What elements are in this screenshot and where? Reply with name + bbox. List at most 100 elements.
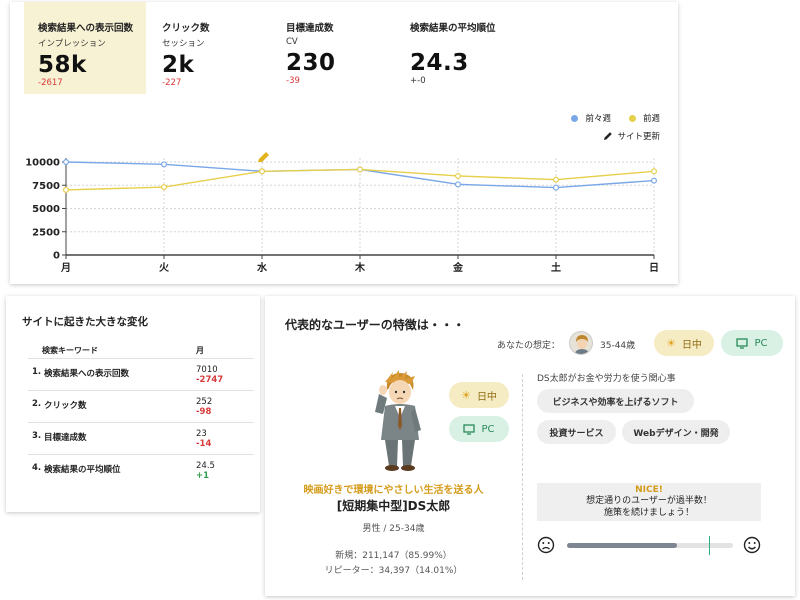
metric-impressions[interactable]: 検索結果への表示回数 インプレッション 58k -2617 — [24, 2, 146, 94]
persona-device-pill: PC — [449, 416, 509, 442]
device-label: PC — [754, 337, 768, 349]
metric-delta: -39 — [286, 76, 300, 86]
device-label: PC — [481, 423, 495, 435]
nice-message-box: NICE! 想定通りのユーザーが過半数！ 施策を続けましょう！ — [537, 483, 761, 521]
metric-value: 2k — [162, 52, 195, 78]
time-label: 日中 — [476, 391, 497, 403]
row-delta: -98 — [196, 407, 212, 417]
table-row[interactable]: 2. クリック数 252 -98 — [28, 390, 254, 422]
metric-delta: -227 — [162, 78, 182, 88]
row-keyword: 目標達成数 — [44, 433, 87, 443]
data-point — [650, 168, 657, 175]
row-keyword: 検索結果の平均順位 — [44, 465, 121, 475]
match-gauge — [567, 536, 733, 555]
table-row[interactable]: 4. 検索結果の平均順位 24.5 +1 — [28, 454, 254, 486]
persona-title: 代表的なユーザーの特徴は・・・ — [285, 318, 465, 332]
data-point — [259, 168, 266, 175]
data-point — [161, 161, 168, 168]
metric-title: 目標達成数 — [286, 23, 334, 34]
metric-value: 58k — [38, 52, 87, 78]
persona-card: 代表的なユーザーの特徴は・・・ あなたの想定： 35-44歳 ☀ 日中 PC ☀… — [265, 296, 795, 596]
assumption-label: あなたの想定： — [497, 341, 561, 351]
legend-label: 前々週 — [585, 114, 611, 124]
legend-label: 前週 — [642, 114, 660, 124]
metric-title: クリック数 — [162, 23, 210, 34]
legend-item-prev2[interactable]: 前々週 — [571, 112, 611, 124]
legend-dot — [628, 114, 636, 122]
nice-message-line2: 施策を続けましょう！ — [603, 508, 694, 518]
header-day: 月 — [196, 346, 204, 355]
sun-icon: ☀ — [666, 336, 676, 350]
nice-message-line1: 想定通りのユーザーが過半数！ — [586, 496, 712, 506]
metric-conversions[interactable]: 目標達成数 CV 230 -39 — [272, 2, 392, 94]
persona-catchphrase: 映画好きで環境にやさしい生活を送る人 — [303, 485, 484, 496]
row-number: 4. — [32, 463, 42, 473]
persona-illustration — [375, 370, 421, 471]
x-tick-label: 日 — [649, 262, 659, 274]
match-gauge-fill — [567, 543, 677, 548]
interest-label: DS太郎がお金や労力を使う関心事 — [537, 374, 676, 384]
weekly-line-chart: 0 2500 5000 7500 10000 月 火 水 木 金 土 日 — [25, 152, 659, 274]
pencil-icon — [258, 152, 269, 162]
x-tick-label: 金 — [452, 261, 464, 274]
x-tick-label: 木 — [354, 261, 366, 274]
header-keyword: 検索キーワード — [42, 346, 98, 355]
table-row[interactable]: 3. 目標達成数 23 -14 — [28, 422, 254, 454]
row-value: 252 — [196, 397, 213, 407]
row-number: 2. — [32, 399, 42, 409]
persona-repeaters: リピーター：34,397（14.01%） — [324, 566, 463, 576]
metric-subtitle — [410, 37, 536, 47]
metric-avg-rank[interactable]: 検索結果の平均順位 24.3 +-0 — [396, 2, 536, 94]
interest-tag[interactable]: ビジネスや効率を上げるソフト — [537, 389, 694, 413]
assumed-device-pill: PC — [721, 330, 783, 356]
legend-item-prev[interactable]: 前週 — [628, 112, 660, 124]
persona-new-users: 新規：211,147（85.99%） — [335, 551, 452, 561]
sad-face-icon — [537, 536, 555, 554]
data-point — [62, 186, 69, 193]
assumption-age: 35-44歳 — [600, 341, 636, 351]
row-value: 7010 — [196, 365, 218, 375]
monitor-icon — [463, 423, 476, 435]
y-tick-label: 10000 — [25, 158, 60, 169]
chart-legend: 前々週 前週 — [571, 112, 660, 124]
changes-card: サイトに起きた大きな変化 検索キーワード 月 1. 検索結果への表示回数 701… — [6, 296, 260, 512]
row-delta: -2747 — [196, 375, 224, 385]
table-row[interactable]: 1. 検索結果への表示回数 7010 -2747 — [28, 358, 254, 390]
avatar[interactable] — [569, 331, 593, 355]
row-value: 23 — [196, 429, 207, 439]
site-update-legend: サイト更新 — [603, 130, 660, 142]
x-tick-label: 月 — [60, 262, 71, 274]
persona-time-pill: ☀ 日中 — [449, 382, 509, 408]
metric-clicks[interactable]: クリック数 セッション 2k -227 — [148, 2, 268, 94]
metric-title: 検索結果の平均順位 — [410, 23, 496, 34]
metric-subtitle: インプレッション — [38, 39, 106, 49]
assumed-time-pill: ☀ 日中 — [654, 330, 714, 356]
x-tick-label: 土 — [551, 261, 561, 274]
data-point — [62, 159, 69, 166]
nice-title: NICE! — [635, 485, 663, 495]
match-gauge-threshold — [708, 536, 710, 555]
metric-value: 24.3 — [410, 50, 469, 76]
row-keyword: クリック数 — [44, 401, 87, 411]
pencil-icon — [604, 132, 613, 140]
sun-icon: ☀ — [461, 388, 471, 402]
row-number: 3. — [32, 431, 42, 441]
y-tick-label: 5000 — [32, 204, 60, 215]
data-point — [650, 177, 657, 184]
row-value: 24.5 — [196, 461, 215, 471]
pencil-icon-shape — [258, 152, 269, 162]
interest-tag[interactable]: Webデザイン・開発 — [622, 420, 730, 444]
persona-demographic: 男性 / 25-34歳 — [362, 524, 425, 534]
row-delta: -14 — [196, 439, 212, 449]
metric-value: 230 — [286, 50, 336, 76]
data-point — [552, 176, 559, 183]
metric-delta: +-0 — [410, 76, 426, 86]
changes-title: サイトに起きた大きな変化 — [22, 316, 148, 328]
metric-subtitle: セッション — [162, 39, 205, 49]
data-point — [455, 172, 462, 179]
row-delta: +1 — [196, 471, 210, 481]
interest-tag[interactable]: 投資サービス — [537, 420, 616, 444]
data-point — [161, 184, 168, 191]
data-point — [455, 181, 462, 188]
persona-name: [短期集中型]DS太郎 — [336, 499, 451, 513]
